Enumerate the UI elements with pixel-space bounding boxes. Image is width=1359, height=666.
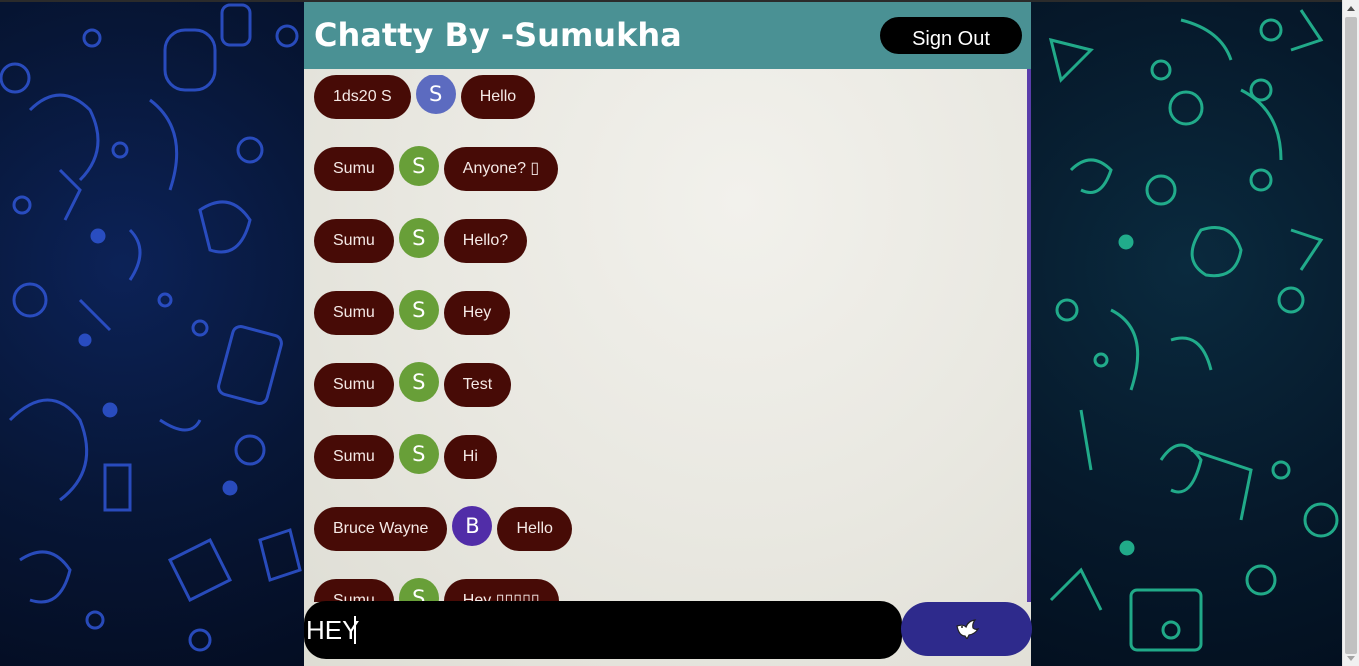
avatar[interactable]: B	[452, 506, 493, 546]
dove-icon	[954, 617, 980, 642]
message-username: Sumu	[314, 291, 394, 335]
message-row: Sumu S Hello?	[314, 218, 528, 263]
scroll-down-arrow-icon[interactable]	[1347, 656, 1355, 661]
message-username: Sumu	[314, 435, 394, 479]
message-username: 1ds20 S	[314, 75, 411, 119]
message-row: Sumu S Hey	[314, 290, 511, 335]
message-row: Sumu S Hi	[314, 434, 497, 479]
message-row: Bruce Wayne B Hello	[314, 506, 572, 551]
avatar[interactable]: S	[398, 218, 439, 258]
app-header: Chatty By -Sumukha Sign Out	[304, 2, 1031, 69]
app-title: Chatty By -Sumukha	[314, 16, 682, 54]
chat-app: Chatty By -Sumukha Sign Out 1ds20 S S He…	[304, 2, 1031, 666]
message-text: Hey ▯▯▯▯▯	[443, 579, 559, 602]
message-username: Sumu	[314, 579, 394, 602]
scroll-up-arrow-icon[interactable]	[1347, 6, 1355, 11]
avatar[interactable]: S	[398, 362, 439, 402]
send-button[interactable]	[901, 602, 1032, 656]
messages-scroll-accent	[1027, 69, 1031, 602]
message-username: Bruce Wayne	[314, 507, 448, 551]
message-text: Hello?	[443, 219, 528, 263]
message-username: Sumu	[314, 147, 394, 191]
message-text: Hello	[460, 75, 536, 119]
message-row: Sumu S Test	[314, 362, 512, 407]
scrollbar-thumb[interactable]	[1345, 17, 1357, 654]
message-text: Test	[443, 363, 512, 407]
message-text: Hey	[443, 291, 511, 335]
message-username: Sumu	[314, 363, 394, 407]
avatar[interactable]: S	[398, 434, 439, 474]
page-scrollbar[interactable]	[1342, 0, 1359, 666]
message-row: Sumu S Anyone? ▯	[314, 146, 559, 191]
message-row: Sumu S Hey ▯▯▯▯▯	[314, 578, 559, 602]
message-text: Anyone? ▯	[443, 147, 559, 191]
avatar[interactable]: S	[398, 146, 439, 186]
message-list[interactable]: 1ds20 S S Hello Sumu S Anyone? ▯ Sumu S …	[314, 75, 1014, 602]
message-row: 1ds20 S S Hello	[314, 75, 536, 119]
doodle-background-left	[0, 0, 304, 666]
message-username: Sumu	[314, 219, 394, 263]
sign-out-button[interactable]: Sign Out	[880, 17, 1022, 54]
doodle-background-right	[1031, 0, 1342, 666]
message-text: Hi	[443, 435, 497, 479]
message-text: Hello	[497, 507, 572, 551]
avatar[interactable]: S	[415, 75, 456, 114]
message-input[interactable]	[306, 608, 866, 652]
avatar[interactable]: S	[398, 290, 439, 330]
avatar[interactable]: S	[398, 578, 439, 602]
text-caret	[354, 616, 356, 644]
